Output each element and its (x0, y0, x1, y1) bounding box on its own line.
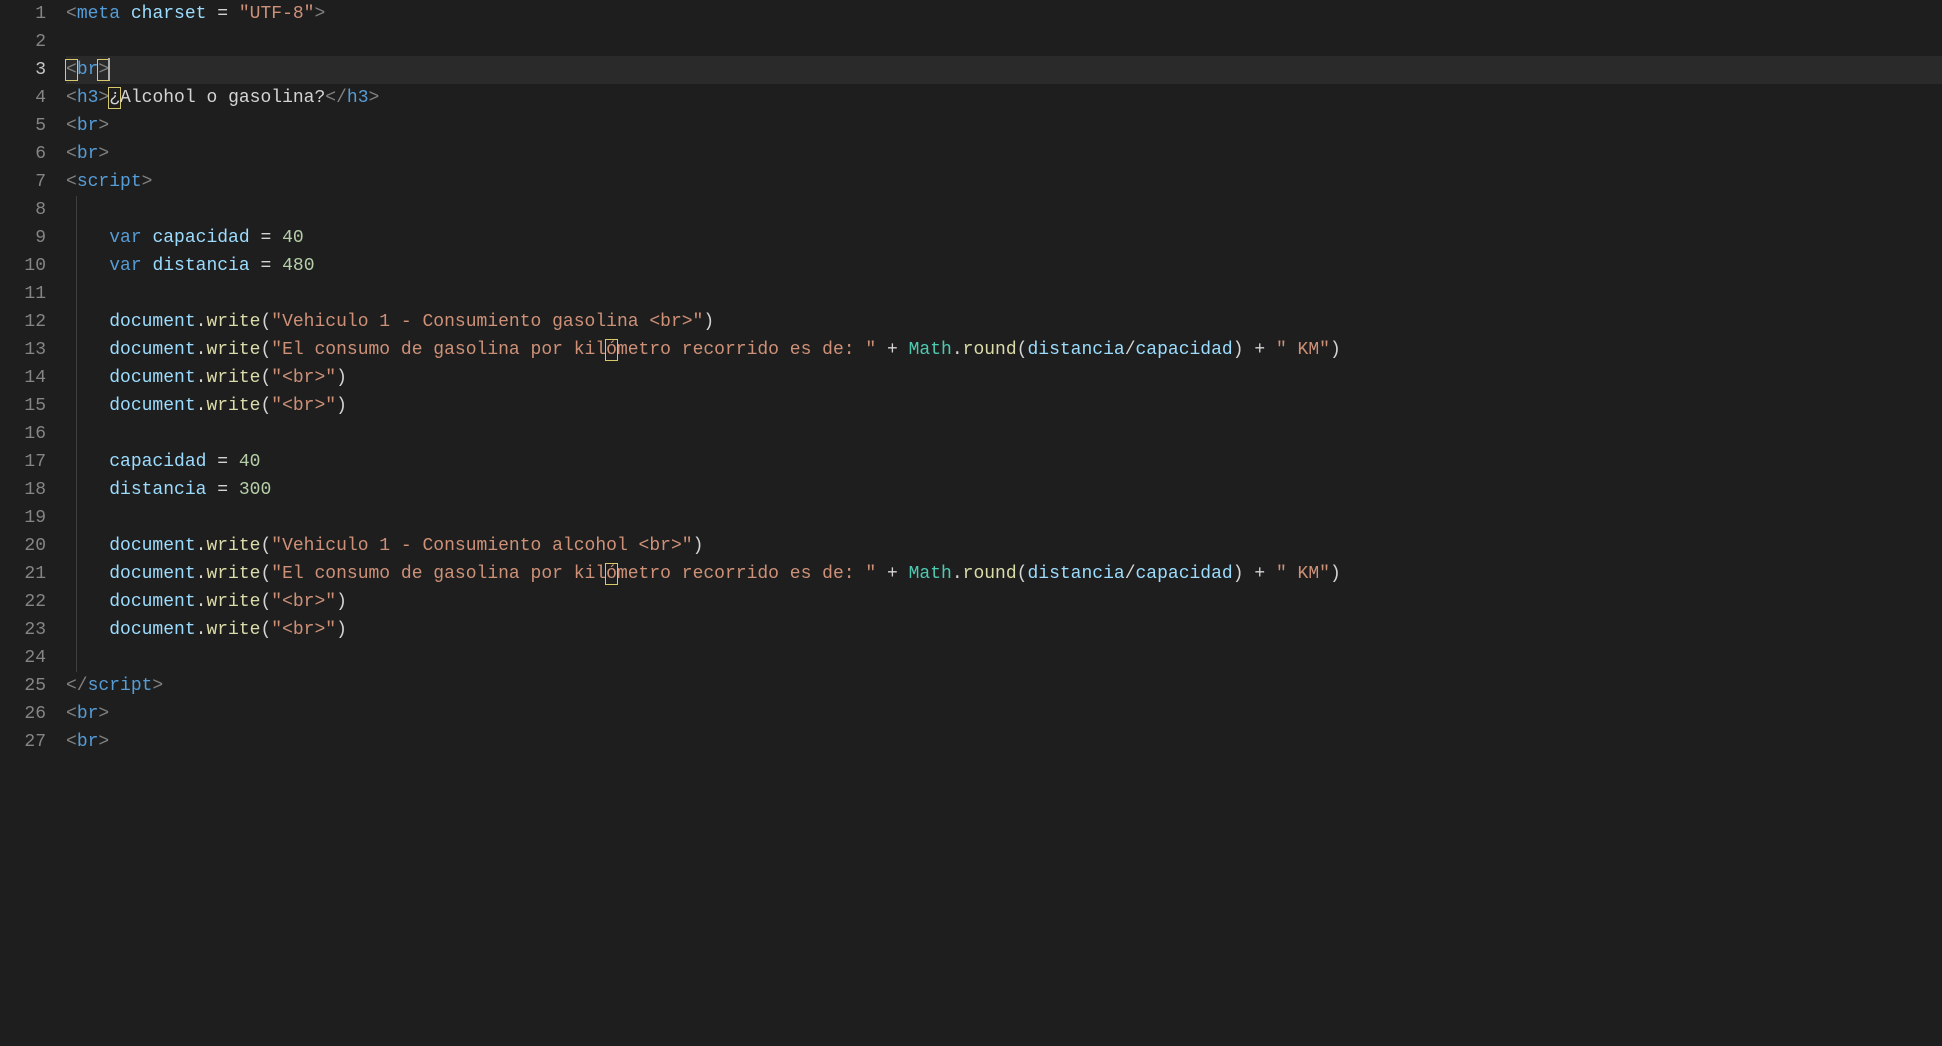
line-number: 12 (0, 308, 46, 336)
code-line[interactable]: document.write("Vehiculo 1 - Consumiento… (66, 308, 1942, 336)
line-number: 11 (0, 280, 46, 308)
code-line[interactable]: <h3>¿Alcohol o gasolina?</h3> (66, 84, 1942, 112)
code-line[interactable] (66, 280, 1942, 308)
line-number: 20 (0, 532, 46, 560)
code-editor[interactable]: 1 2 3 4 5 6 7 8 9 10 11 12 13 14 15 16 1… (0, 0, 1942, 1046)
line-number: 13 (0, 336, 46, 364)
code-line[interactable]: <br> (66, 700, 1942, 728)
line-number: 16 (0, 420, 46, 448)
line-number-gutter: 1 2 3 4 5 6 7 8 9 10 11 12 13 14 15 16 1… (0, 0, 66, 1046)
code-line[interactable]: document.write("El consumo de gasolina p… (66, 560, 1942, 588)
line-number: 25 (0, 672, 46, 700)
line-number: 2 (0, 28, 46, 56)
code-line[interactable]: var capacidad = 40 (66, 224, 1942, 252)
line-number: 26 (0, 700, 46, 728)
line-number: 4 (0, 84, 46, 112)
code-line[interactable] (66, 196, 1942, 224)
line-number: 14 (0, 364, 46, 392)
line-number: 9 (0, 224, 46, 252)
line-number: 23 (0, 616, 46, 644)
code-line[interactable]: document.write("<br>") (66, 364, 1942, 392)
line-number: 17 (0, 448, 46, 476)
code-line[interactable]: </script> (66, 672, 1942, 700)
line-number: 1 (0, 0, 46, 28)
line-number: 6 (0, 140, 46, 168)
line-number: 18 (0, 476, 46, 504)
line-number: 5 (0, 112, 46, 140)
line-number: 15 (0, 392, 46, 420)
line-number: 27 (0, 728, 46, 756)
code-line[interactable]: document.write("<br>") (66, 616, 1942, 644)
line-number: 22 (0, 588, 46, 616)
line-number: 19 (0, 504, 46, 532)
code-line[interactable]: var distancia = 480 (66, 252, 1942, 280)
code-line[interactable]: <br> (66, 112, 1942, 140)
code-line[interactable] (66, 28, 1942, 56)
code-line-active[interactable]: <br> (66, 56, 1942, 84)
code-line[interactable]: document.write("<br>") (66, 588, 1942, 616)
line-number: 7 (0, 168, 46, 196)
code-line[interactable]: <script> (66, 168, 1942, 196)
line-number: 10 (0, 252, 46, 280)
code-line[interactable] (66, 420, 1942, 448)
line-number: 24 (0, 644, 46, 672)
code-line[interactable] (66, 504, 1942, 532)
line-number: 3 (0, 56, 46, 84)
code-line[interactable]: document.write("<br>") (66, 392, 1942, 420)
code-area[interactable]: <meta charset = "UTF-8"> <br> <h3>¿Alcoh… (66, 0, 1942, 1046)
code-line[interactable]: distancia = 300 (66, 476, 1942, 504)
code-line[interactable]: <br> (66, 140, 1942, 168)
text-cursor (108, 58, 110, 80)
code-line[interactable]: document.write("El consumo de gasolina p… (66, 336, 1942, 364)
code-line[interactable] (66, 644, 1942, 672)
line-number: 21 (0, 560, 46, 588)
line-number: 8 (0, 196, 46, 224)
code-line[interactable]: <meta charset = "UTF-8"> (66, 0, 1942, 28)
code-line[interactable]: document.write("Vehiculo 1 - Consumiento… (66, 532, 1942, 560)
code-line[interactable]: <br> (66, 728, 1942, 756)
code-line[interactable]: capacidad = 40 (66, 448, 1942, 476)
